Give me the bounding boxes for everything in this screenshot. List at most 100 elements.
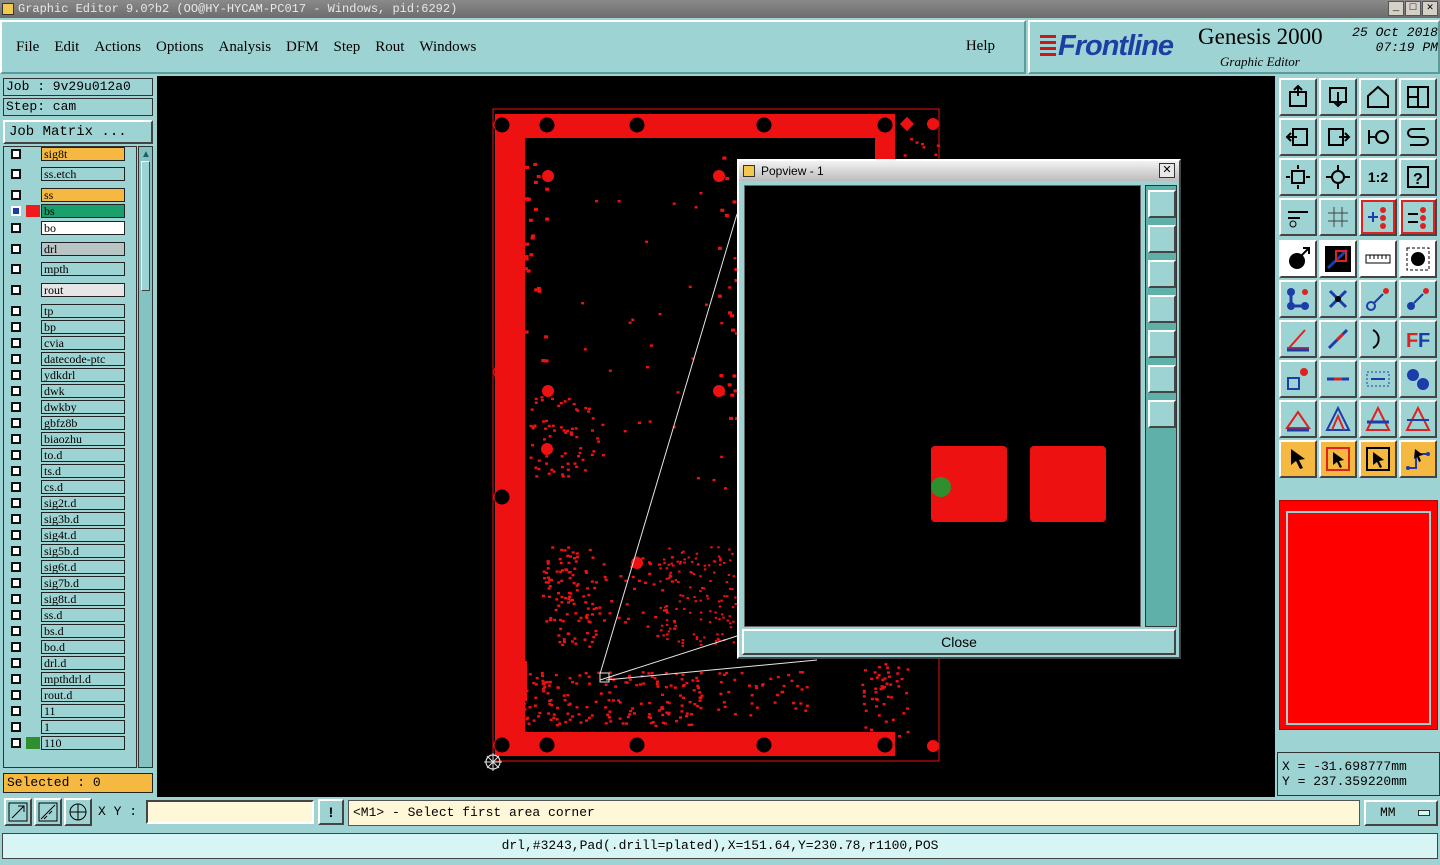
layer-checkbox[interactable] bbox=[11, 386, 21, 396]
triangle-fill-icon[interactable] bbox=[1359, 400, 1397, 438]
layer-name[interactable]: biaozhu bbox=[41, 432, 125, 446]
layer-name[interactable]: 11 bbox=[41, 704, 125, 718]
layer-name[interactable]: bo.d bbox=[41, 640, 125, 654]
layer-checkbox[interactable] bbox=[11, 402, 21, 412]
zoom-center-icon[interactable] bbox=[1319, 158, 1357, 196]
layer-checkbox[interactable] bbox=[11, 338, 21, 348]
popview-close-button[interactable]: Close bbox=[742, 629, 1176, 655]
pan-right-icon[interactable] bbox=[1319, 118, 1357, 156]
layer-row-sig4t-d[interactable]: sig4t.d bbox=[4, 528, 136, 542]
pan-left-icon[interactable] bbox=[1279, 118, 1317, 156]
layer-row-bp[interactable]: bp bbox=[4, 320, 136, 334]
layer-name[interactable]: dwk bbox=[41, 384, 125, 398]
grid-icon[interactable] bbox=[1319, 198, 1357, 236]
layer-row-mpthdrl-d[interactable]: mpthdrl.d bbox=[4, 672, 136, 686]
layer-checkbox[interactable] bbox=[11, 354, 21, 364]
pointer-net-icon[interactable] bbox=[1399, 440, 1437, 478]
layer-name[interactable]: sig8t bbox=[41, 147, 125, 161]
tools-icon[interactable] bbox=[1279, 198, 1317, 236]
layer-checkbox[interactable] bbox=[11, 738, 21, 748]
layer-row-ss-etch[interactable]: ss.etch bbox=[4, 167, 136, 181]
zoom-fit-icon[interactable] bbox=[1279, 158, 1317, 196]
layer-checkbox[interactable] bbox=[11, 264, 21, 274]
layer-row-sig8t-d[interactable]: sig8t.d bbox=[4, 592, 136, 606]
zoom-home-up-icon[interactable] bbox=[1279, 78, 1317, 116]
layer-row-to-d[interactable]: to.d bbox=[4, 448, 136, 462]
layer-name[interactable]: bs.d bbox=[41, 624, 125, 638]
layer-checkbox[interactable] bbox=[11, 514, 21, 524]
triangle-icon[interactable] bbox=[1319, 400, 1357, 438]
layer-row-sig3b-d[interactable]: sig3b.d bbox=[4, 512, 136, 526]
maximize-button[interactable]: □ bbox=[1405, 1, 1421, 16]
layer-checkbox[interactable] bbox=[11, 244, 21, 254]
layer-name[interactable]: 1 bbox=[41, 720, 125, 734]
select-pad-icon[interactable] bbox=[1279, 240, 1317, 278]
zoom-area-icon[interactable] bbox=[4, 798, 32, 826]
layer-name[interactable]: sig2t.d bbox=[41, 496, 125, 510]
layer-checkbox[interactable] bbox=[11, 223, 21, 233]
scale-1-2-icon[interactable]: 1:2 bbox=[1359, 158, 1397, 196]
layer-checkbox[interactable] bbox=[11, 450, 21, 460]
layer-name[interactable]: dwkby bbox=[41, 400, 125, 414]
triangle-small-icon[interactable] bbox=[1279, 400, 1317, 438]
layers-view-icon[interactable] bbox=[1359, 198, 1397, 236]
move-pad-icon[interactable] bbox=[1359, 280, 1397, 318]
job-matrix-button[interactable]: Job Matrix ... bbox=[3, 120, 153, 144]
layer-row-bs-d[interactable]: bs.d bbox=[4, 624, 136, 638]
board-overview[interactable] bbox=[1279, 500, 1438, 730]
help-icon[interactable]: ? bbox=[1399, 158, 1437, 196]
layer-row-bs[interactable]: bs bbox=[4, 204, 136, 218]
layer-row-sig5b-d[interactable]: sig5b.d bbox=[4, 544, 136, 558]
layer-checkbox[interactable] bbox=[11, 482, 21, 492]
layer-name[interactable]: rout bbox=[41, 283, 125, 297]
layer-checkbox[interactable] bbox=[11, 466, 21, 476]
menu-actions[interactable]: Actions bbox=[94, 39, 141, 56]
menu-windows[interactable]: Windows bbox=[419, 39, 476, 56]
measure-icon[interactable] bbox=[1359, 360, 1397, 398]
layer-row-sig7b-d[interactable]: sig7b.d bbox=[4, 576, 136, 590]
line-segment-icon[interactable] bbox=[1319, 360, 1357, 398]
layer-name[interactable]: 110 bbox=[41, 736, 125, 750]
layer-checkbox[interactable] bbox=[11, 498, 21, 508]
layer-row-mpth[interactable]: mpth bbox=[4, 262, 136, 276]
pointer-select-icon[interactable] bbox=[1359, 440, 1397, 478]
copy-pad-icon[interactable] bbox=[1399, 280, 1437, 318]
layer-checkbox[interactable] bbox=[11, 285, 21, 295]
layer-checkbox[interactable] bbox=[11, 322, 21, 332]
layer-row-datecode-ptc[interactable]: datecode-ptc bbox=[4, 352, 136, 366]
layer-scrollbar[interactable]: ▲ bbox=[138, 146, 153, 768]
layer-row-rout-d[interactable]: rout.d bbox=[4, 688, 136, 702]
scroll-thumb[interactable] bbox=[141, 161, 150, 291]
menu-dfm[interactable]: DFM bbox=[286, 39, 319, 56]
layer-name[interactable]: sig6t.d bbox=[41, 560, 125, 574]
layer-row-rout[interactable]: rout bbox=[4, 283, 136, 297]
layer-row-drl-d[interactable]: drl.d bbox=[4, 656, 136, 670]
layer-name[interactable]: ss.d bbox=[41, 608, 125, 622]
popview-close-icon[interactable]: ✕ bbox=[1159, 163, 1175, 178]
layer-row-sig2t-d[interactable]: sig2t.d bbox=[4, 496, 136, 510]
layer-name[interactable]: to.d bbox=[41, 448, 125, 462]
layer-checkbox[interactable] bbox=[11, 562, 21, 572]
home-icon[interactable] bbox=[1359, 78, 1397, 116]
layer-checkbox[interactable] bbox=[11, 658, 21, 668]
layer-name[interactable]: gbfz8b bbox=[41, 416, 125, 430]
popview-zoom-icon[interactable] bbox=[1148, 190, 1176, 218]
scroll-up-icon[interactable]: ▲ bbox=[141, 149, 151, 160]
layer-checkbox[interactable] bbox=[11, 434, 21, 444]
layer-checkbox[interactable] bbox=[11, 706, 21, 716]
pointer-icon[interactable] bbox=[1279, 440, 1317, 478]
layer-name[interactable]: drl.d bbox=[41, 656, 125, 670]
ruler-icon[interactable] bbox=[1359, 240, 1397, 278]
layer-checkbox[interactable] bbox=[11, 690, 21, 700]
layer-name[interactable]: bs bbox=[41, 204, 125, 218]
layer-name[interactable]: rout.d bbox=[41, 688, 125, 702]
layer-row-dwk[interactable]: dwk bbox=[4, 384, 136, 398]
layer-name[interactable]: sig4t.d bbox=[41, 528, 125, 542]
menu-file[interactable]: File bbox=[16, 39, 39, 56]
resize-pads-icon[interactable] bbox=[1399, 360, 1437, 398]
layer-row-1[interactable]: 1 bbox=[4, 720, 136, 734]
layer-row-110[interactable]: 110 bbox=[4, 736, 136, 750]
layer-checkbox[interactable] bbox=[11, 578, 21, 588]
connect-pads-icon[interactable] bbox=[1279, 280, 1317, 318]
layer-row-11[interactable]: 11 bbox=[4, 704, 136, 718]
